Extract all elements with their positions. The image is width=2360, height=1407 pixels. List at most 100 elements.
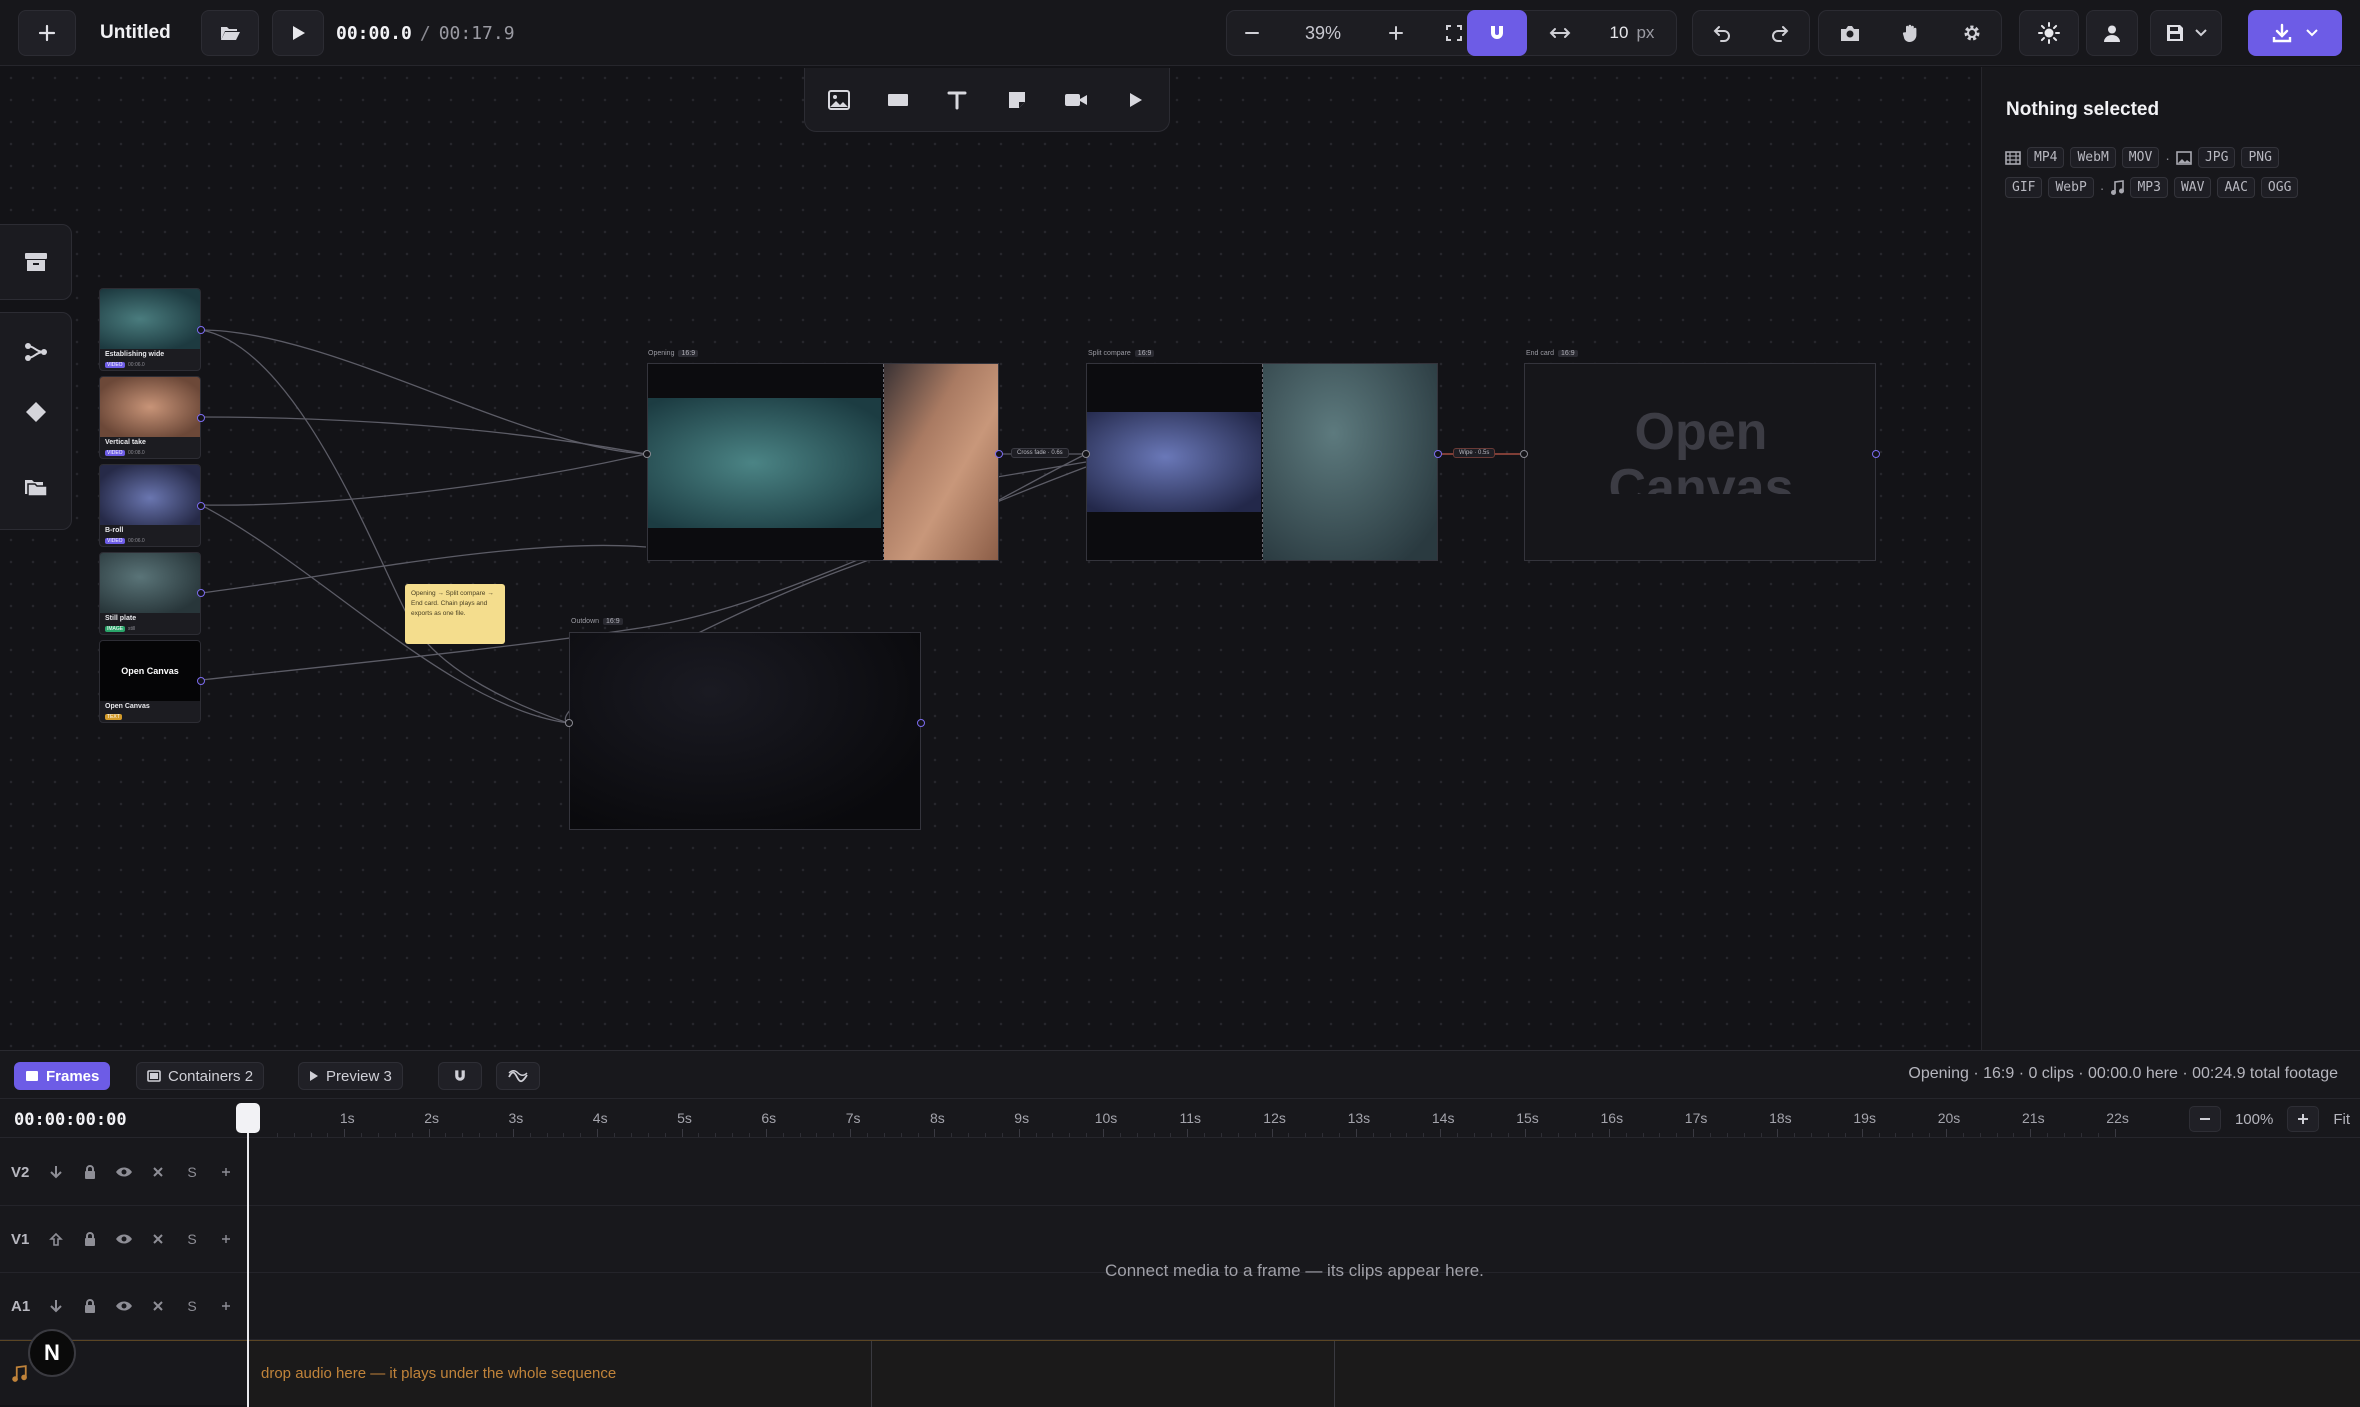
audio-drop-zone[interactable]: drop audio here — it plays under the who… [250,1341,2360,1407]
solo-button[interactable]: S [182,1162,202,1182]
source-node-establishing-wide[interactable]: Establishing wide VIDEO 00:06.0 [99,288,201,371]
lock-icon[interactable] [80,1229,100,1249]
move-down-icon[interactable] [46,1162,66,1182]
snapshot-button[interactable] [1827,11,1873,55]
chevron-down-icon [2306,29,2318,37]
end-card-title: Open Canvas [1608,404,1794,494]
new-project-button[interactable] [18,10,76,56]
avatar[interactable]: N [28,1329,76,1377]
output-port[interactable] [197,677,205,685]
ruler-tick-mark [1693,1129,1695,1137]
source-node-still-plate[interactable]: Still plate IMAGE still [99,552,201,635]
transition-wipe[interactable]: Wipe · 0.5s [1453,448,1496,458]
source-node-open-canvas[interactable]: Open Canvas Open Canvas TEXT [99,640,201,723]
ruler-tick-label: 22s [2106,1110,2129,1126]
ruler-minor-tick [1895,1133,1897,1137]
snap-toggle-button[interactable] [1467,10,1527,56]
input-port[interactable] [643,450,651,458]
eye-icon[interactable] [114,1296,134,1316]
ruler-tick-label: 11s [1179,1110,1202,1126]
playhead-handle[interactable] [236,1103,260,1133]
ruler-minor-tick [394,1133,396,1137]
timeline-panel: Frames Containers 2 Preview 3 Opening · … [0,1050,2360,1407]
output-port[interactable] [995,450,1003,458]
ruler-minor-tick [833,1133,835,1137]
timeline-zoom-out-button[interactable] [2188,1106,2221,1132]
pan-tool-button[interactable] [1887,11,1933,55]
lock-icon[interactable] [80,1162,100,1182]
track-a1[interactable]: A1 S [0,1273,2360,1340]
close-icon[interactable] [148,1296,168,1316]
timeline-fit-button[interactable]: Fit [2333,1111,2350,1128]
source-type-badge: VIDEO [105,450,125,456]
ruler-minor-tick [378,1133,380,1137]
snap-distance-field[interactable]: 10 px [1597,11,1667,55]
output-port[interactable] [197,414,205,422]
open-project-button[interactable] [201,10,259,56]
close-icon[interactable] [148,1162,168,1182]
transition-crossfade[interactable]: Cross fade · 0.6s [1011,448,1069,458]
eye-icon[interactable] [114,1162,134,1182]
output-port[interactable] [197,326,205,334]
ruler-tick-mark [2114,1129,2116,1137]
tab-containers[interactable]: Containers 2 [136,1062,265,1090]
undo-button[interactable] [1699,11,1745,55]
play-button[interactable] [272,10,324,56]
move-down-icon[interactable] [46,1296,66,1316]
timeline-waveform-button[interactable] [496,1062,540,1090]
settings-button[interactable] [1949,11,1995,55]
snap-distance-icon-button[interactable] [1537,11,1583,55]
ruler-minor-tick [1001,1133,1003,1137]
ruler-minor-tick [2080,1133,2082,1137]
zoom-in-button[interactable] [1373,11,1419,55]
output-port[interactable] [917,719,925,727]
ruler-minor-tick [1119,1133,1121,1137]
ruler-tick-mark [1524,1129,1526,1137]
track-v2[interactable]: V2 S [0,1139,2360,1206]
solo-button[interactable]: S [182,1229,202,1249]
zoom-level[interactable]: 39% [1283,11,1363,55]
redo-button[interactable] [1757,11,1803,55]
add-clip-icon[interactable] [216,1162,236,1182]
account-button[interactable] [2086,10,2138,56]
source-node-vertical-take[interactable]: Vertical take VIDEO 00:08.0 [99,376,201,459]
save-menu-button[interactable] [2150,10,2222,56]
ruler-tick-mark [1608,1129,1610,1137]
timeline-zoom-in-button[interactable] [2287,1106,2320,1132]
output-port[interactable] [1434,450,1442,458]
timeline-snap-button[interactable] [438,1062,482,1090]
eye-icon[interactable] [114,1229,134,1249]
format-chip: GIF [2005,177,2043,198]
frame-outdown[interactable] [569,632,921,830]
output-port[interactable] [197,502,205,510]
node-canvas[interactable]: Establishing wide VIDEO 00:06.0 Vertical… [0,67,1981,1050]
source-node-b-roll[interactable]: B-roll VIDEO 00:06.0 [99,464,201,547]
lock-icon[interactable] [80,1296,100,1316]
frame-opening[interactable] [647,363,999,561]
source-duration: still [128,626,136,632]
frame-split-compare[interactable] [1086,363,1438,561]
ruler-minor-tick [2097,1133,2099,1137]
zoom-out-button[interactable] [1229,11,1275,55]
project-title[interactable]: Untitled [100,10,171,56]
tab-preview[interactable]: Preview 3 [298,1062,403,1090]
input-port[interactable] [1520,450,1528,458]
add-clip-icon[interactable] [216,1229,236,1249]
ruler-minor-tick [1086,1133,1088,1137]
output-port[interactable] [197,589,205,597]
frame-end-card[interactable]: Open Canvas [1524,363,1876,561]
close-icon[interactable] [148,1229,168,1249]
input-port[interactable] [565,719,573,727]
sticky-note[interactable]: Opening → Split compare → End card. Chai… [405,584,505,644]
theme-toggle-button[interactable] [2019,10,2079,56]
ruler-minor-tick [1052,1133,1054,1137]
tab-frames[interactable]: Frames [14,1062,111,1090]
ruler-minor-tick [917,1133,919,1137]
add-clip-icon[interactable] [216,1296,236,1316]
export-menu-button[interactable] [2248,10,2342,56]
input-port[interactable] [1082,450,1090,458]
move-up-icon[interactable] [46,1229,66,1249]
output-port[interactable] [1872,450,1880,458]
solo-button[interactable]: S [182,1296,202,1316]
time-ruler[interactable]: 00:00:00:00 1s 2s 3s 4s 5s 6s 7s 8s 9s 10s 11s 12s 1… [0,1100,2360,1138]
